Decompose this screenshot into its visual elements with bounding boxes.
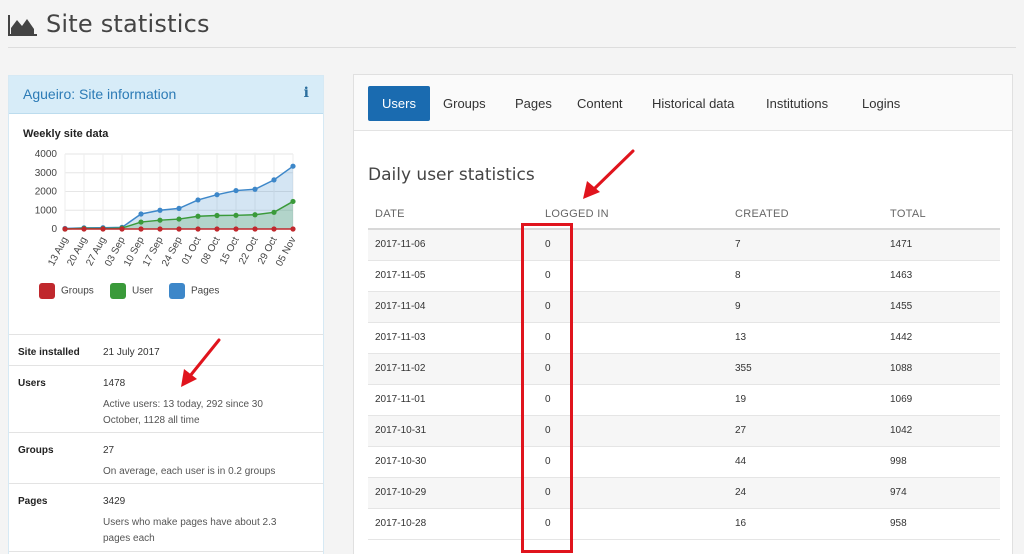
annotation-arrow-table — [591, 149, 635, 192]
annotation-arrow-users — [188, 338, 221, 378]
annotation-arrows — [181, 149, 635, 387]
